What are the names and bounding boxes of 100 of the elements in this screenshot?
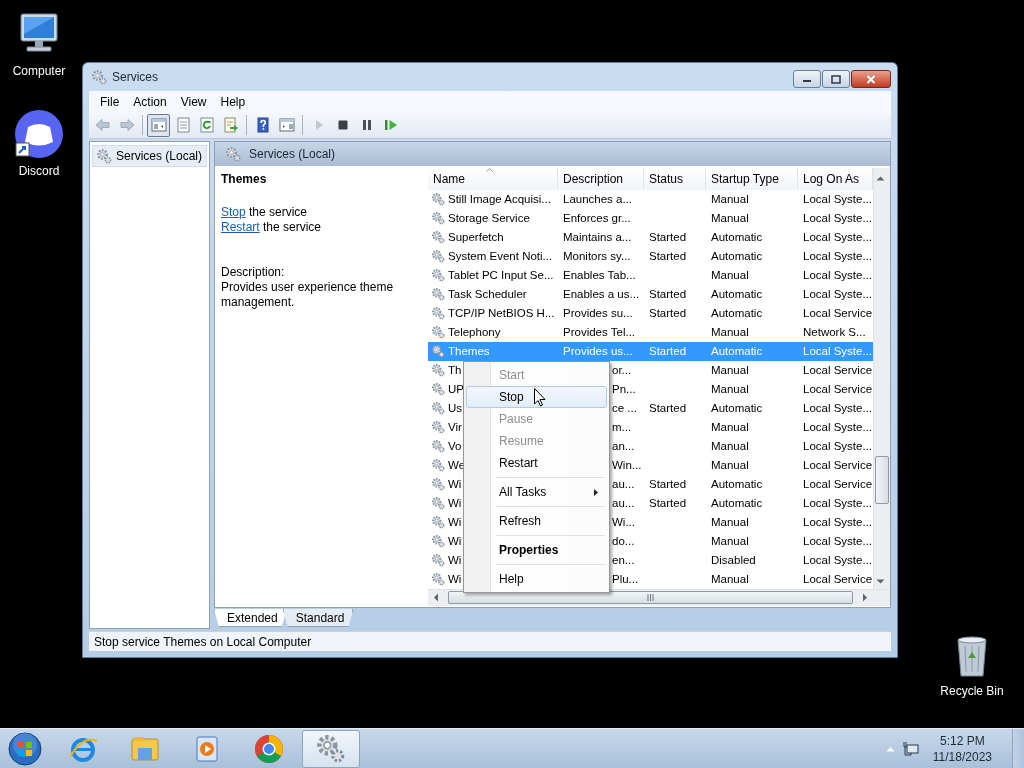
- maximize-icon: [831, 74, 841, 84]
- table-cell-text: Provides Tel...: [562, 324, 636, 340]
- vertical-scrollbar[interactable]: [873, 167, 890, 589]
- menu-item[interactable]: All Tasks: [466, 480, 607, 503]
- action-link[interactable]: Restart: [221, 219, 260, 234]
- table-cell-text: TCP/IP NetBIOS H...: [448, 305, 555, 321]
- scroll-down-icon[interactable]: [876, 578, 885, 584]
- clock-time: 5:12 PM: [940, 732, 985, 749]
- grip-icon: [647, 594, 654, 602]
- description-text: Provides user experience theme management.: [221, 279, 395, 310]
- table-cell-text: Local Syste...: [802, 286, 873, 302]
- table-cell-text: Win...: [611, 457, 643, 473]
- action-pane-icon: [278, 117, 295, 134]
- service-icon: [431, 382, 445, 397]
- icon-label[interactable]: Computer: [12, 62, 66, 80]
- table-cell-text: Task Scheduler: [448, 286, 527, 302]
- column-header[interactable]: Name: [428, 167, 558, 190]
- close-button[interactable]: [851, 70, 891, 88]
- sort-icon: [486, 167, 493, 172]
- description-label: Description:: [221, 264, 286, 280]
- service-icon: [431, 458, 445, 473]
- scrollbar-thumb[interactable]: [448, 591, 853, 605]
- table-cell-text: Manual: [710, 381, 750, 397]
- table-cell-text: Local Syste...: [802, 419, 873, 435]
- tree-item[interactable]: Services (Local): [92, 144, 207, 167]
- service-icon: [431, 534, 445, 549]
- table-cell-text: Local Syste...: [802, 495, 873, 511]
- menu-item[interactable]: View: [173, 92, 214, 111]
- table-cell-text: Local Syste...: [802, 229, 873, 245]
- service-icon: [431, 325, 445, 340]
- icon-label[interactable]: Discord: [18, 162, 60, 180]
- table-cell-text: Telephony: [448, 324, 501, 340]
- forward-icon: [118, 117, 135, 134]
- service-icon: [431, 363, 445, 378]
- table-cell-text: Manual: [710, 457, 750, 473]
- scrollbar-thumb[interactable]: [875, 455, 889, 504]
- table-cell-text: Enables a us...: [562, 286, 641, 302]
- minimize-button[interactable]: [793, 70, 821, 88]
- table-cell-text: m...: [611, 419, 633, 435]
- service-icon: [431, 572, 445, 587]
- table-cell-text: en...: [611, 552, 636, 568]
- table-cell-text: Local Service: [802, 476, 873, 492]
- table-cell-text: Manual: [710, 438, 750, 454]
- table-cell-text: Manual: [710, 267, 750, 283]
- menu-item[interactable]: Help: [213, 92, 253, 111]
- table-cell-text: Network S...: [802, 324, 867, 340]
- service-icon: [431, 192, 445, 207]
- table-cell-text: Local Syste...: [802, 438, 873, 454]
- toolbar-button[interactable]: [147, 113, 170, 137]
- service-icon: [431, 420, 445, 435]
- menu-item[interactable]: Stop: [466, 385, 607, 408]
- status-bar: Stop service Themes on Local Computer: [89, 631, 891, 651]
- table-cell-text: Tablet PC Input Se...: [448, 267, 554, 283]
- scroll-up-icon[interactable]: [876, 175, 885, 181]
- column-header[interactable]: Description: [558, 167, 644, 190]
- tab[interactable]: Standard: [282, 609, 354, 628]
- back-icon: [94, 117, 111, 134]
- table-cell-text: Started: [648, 343, 688, 359]
- table-cell-text: Wi: [448, 533, 462, 549]
- table-cell-text: Wi: [448, 495, 462, 511]
- menu-item[interactable]: Action: [126, 92, 174, 111]
- menu-item[interactable]: Properties: [466, 538, 607, 561]
- menu-item[interactable]: Help: [466, 567, 607, 590]
- table-cell-text: Wi: [448, 571, 462, 587]
- service-icon: [431, 287, 445, 302]
- chrome-icon: [253, 732, 285, 765]
- column-header[interactable]: Status: [644, 167, 706, 190]
- action-link[interactable]: Stop: [221, 204, 246, 219]
- table-cell-text: Local Service: [802, 457, 873, 473]
- tab[interactable]: Extended: [214, 609, 287, 628]
- table-cell-text: Automatic: [710, 286, 764, 302]
- table-cell-text: Automatic: [710, 229, 764, 245]
- table-cell-text: au...: [611, 476, 636, 492]
- icon-label[interactable]: Recycle Bin: [940, 682, 1004, 700]
- table-cell-text: Started: [648, 305, 688, 321]
- table-cell-text: Local Syste...: [802, 533, 873, 549]
- table-cell-text: Local Syste...: [802, 191, 873, 207]
- clock[interactable]: 5:12 PM 11/18/2023: [932, 732, 992, 765]
- app-icon[interactable]: [15, 110, 63, 158]
- close-icon: [866, 74, 876, 84]
- maximize-button[interactable]: [822, 70, 850, 88]
- service-icon: [431, 477, 445, 492]
- table-cell-text: Local Syste...: [802, 400, 873, 416]
- service-icon: [431, 515, 445, 530]
- column-header[interactable]: Startup Type: [706, 167, 798, 190]
- services-icon: [91, 68, 107, 85]
- table-cell-text: Vir: [448, 419, 462, 435]
- service-name: Themes: [221, 171, 268, 187]
- table-cell-text: Wi: [448, 552, 462, 568]
- header-title: Services (Local): [249, 145, 336, 163]
- menu-item[interactable]: Refresh: [466, 509, 607, 532]
- action-text: Stop the service: [221, 204, 309, 220]
- table-cell-text: Started: [648, 229, 688, 245]
- menu-item[interactable]: Restart: [466, 451, 607, 474]
- taskbar-button[interactable]: [302, 729, 360, 768]
- table-cell-text: Provides su...: [562, 305, 634, 321]
- table-cell-text: ce ...: [611, 400, 638, 416]
- network-icon[interactable]: [902, 740, 919, 757]
- show-desktop-button[interactable]: [1012, 728, 1024, 768]
- menu-item[interactable]: File: [93, 92, 127, 111]
